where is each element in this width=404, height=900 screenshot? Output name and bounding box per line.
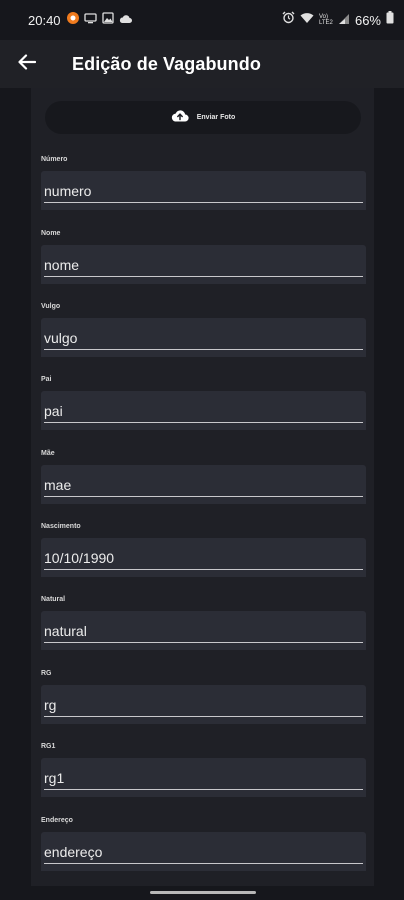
arrow-left-icon: [18, 53, 37, 75]
input-underline: [44, 642, 363, 643]
field-value: nome: [44, 257, 80, 273]
field-value: rg1: [44, 770, 65, 786]
navigation-bar: [0, 886, 404, 900]
nome-input[interactable]: nome: [41, 245, 366, 284]
field-label: Nome: [41, 230, 61, 237]
field-value: 10/10/1990: [44, 550, 115, 566]
mae-input[interactable]: mae: [41, 465, 366, 504]
natural-input[interactable]: natural: [41, 611, 366, 650]
rg-input[interactable]: rg: [41, 685, 366, 724]
home-gesture-handle[interactable]: [150, 891, 256, 894]
nascimento-input[interactable]: 10/10/1990: [41, 538, 366, 577]
cloud-icon: [119, 11, 132, 29]
cast-icon: [83, 11, 97, 29]
network-label: Vo) LTE2: [318, 14, 333, 26]
input-underline: [44, 496, 363, 497]
input-underline: [44, 716, 363, 717]
field-label: Vulgo: [41, 303, 61, 310]
status-icons-left: [66, 11, 132, 29]
field-value: natural: [44, 623, 87, 639]
field-value: mae: [44, 477, 72, 493]
status-icons-right: Vo) LTE2 66%: [282, 11, 394, 29]
app-bar: Edição de Vagabundo: [0, 40, 404, 88]
form-panel: Enviar Foto Número numero Nome nome Vulg…: [31, 88, 374, 886]
input-underline: [44, 276, 363, 277]
field-label: Endereço: [41, 817, 73, 824]
upload-photo-label: Enviar Foto: [196, 114, 236, 121]
back-button[interactable]: [0, 40, 54, 88]
field-value: endereço: [44, 844, 103, 860]
field-value: pai: [44, 403, 63, 419]
battery-percent: 66%: [354, 12, 381, 28]
page-title: Edição de Vagabundo: [72, 53, 261, 74]
input-underline: [44, 863, 363, 864]
battery-icon: [386, 11, 394, 29]
field-value: numero: [44, 183, 92, 199]
wifi-icon: [300, 11, 314, 29]
field-value: vulgo: [44, 330, 78, 346]
input-underline: [44, 202, 363, 203]
input-underline: [44, 349, 363, 350]
endereco-input[interactable]: endereço: [41, 832, 366, 871]
field-label: Mãe: [41, 450, 55, 457]
field-label: Pai: [41, 376, 52, 383]
numero-input[interactable]: numero: [41, 171, 366, 210]
field-label: Número: [41, 156, 68, 163]
status-bar: 20:40 Vo) LTE2 66%: [0, 0, 404, 40]
upload-photo-button[interactable]: Enviar Foto: [45, 101, 361, 134]
signal-icon: [338, 11, 350, 29]
status-time: 20:40: [28, 12, 61, 28]
cloud-upload-icon: [171, 109, 189, 127]
image-icon: [101, 11, 114, 29]
vulgo-input[interactable]: vulgo: [41, 318, 366, 357]
field-label: Nascimento: [41, 523, 81, 530]
input-underline: [44, 789, 363, 790]
field-label: Natural: [41, 596, 66, 603]
alarm-icon: [282, 11, 295, 29]
field-label: RG: [41, 670, 52, 677]
input-underline: [44, 569, 363, 570]
input-underline: [44, 422, 363, 423]
notification-icon: [66, 11, 79, 29]
rg1-input[interactable]: rg1: [41, 758, 366, 797]
pai-input[interactable]: pai: [41, 391, 366, 430]
field-value: rg: [44, 697, 57, 713]
field-label: RG1: [41, 743, 56, 750]
